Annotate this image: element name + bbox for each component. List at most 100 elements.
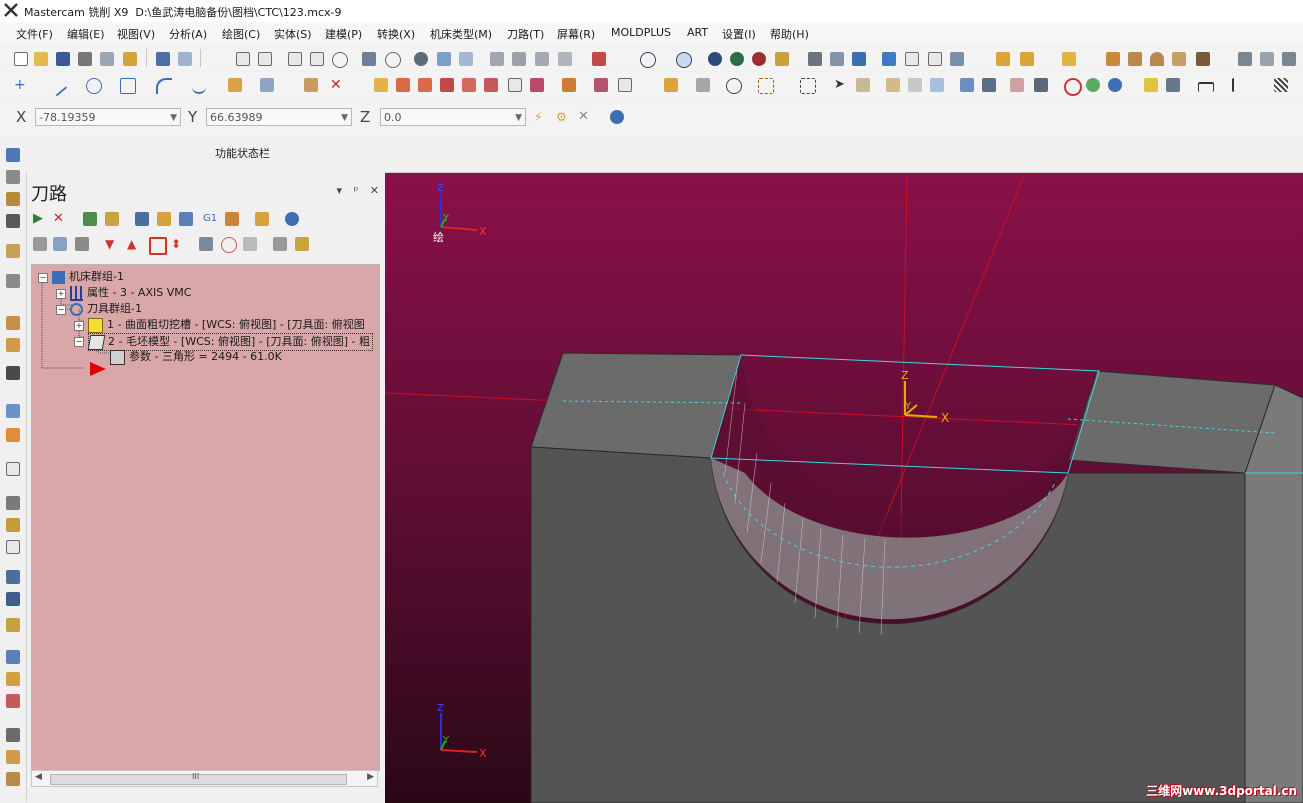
backplot-op-icon[interactable]: [135, 212, 149, 226]
zoom-icon[interactable]: [332, 52, 348, 68]
machine-def-icon[interactable]: [6, 728, 20, 742]
lock-edit-icon[interactable]: [255, 212, 269, 226]
mesh-icon[interactable]: [260, 78, 274, 92]
z-coordinate-field[interactable]: 0.0 ▼: [380, 108, 526, 126]
horizontal-scrollbar[interactable]: ◀ III ▶: [31, 770, 378, 787]
plane-manager-icon[interactable]: [6, 274, 20, 288]
box-icon[interactable]: [960, 78, 974, 92]
slot-icon[interactable]: [6, 428, 20, 442]
solid-edge-icon[interactable]: [930, 78, 944, 92]
print-preview-icon[interactable]: [100, 52, 114, 66]
cloud-icon[interactable]: [1260, 52, 1274, 66]
menu-model[interactable]: 建模(P): [325, 26, 362, 42]
layout-icon[interactable]: [1128, 52, 1142, 66]
expand-toggle-icon[interactable]: +: [74, 321, 84, 331]
multiaxis-icon[interactable]: [6, 540, 20, 554]
settings-icon[interactable]: [882, 52, 896, 66]
show-selected-icon[interactable]: [221, 237, 237, 253]
calculator-icon[interactable]: [905, 52, 919, 66]
dimension-icon[interactable]: [1166, 78, 1180, 92]
xform-scale-icon[interactable]: [440, 78, 454, 92]
xform-mirror-icon[interactable]: [418, 78, 432, 92]
window-icon[interactable]: [618, 78, 632, 92]
refresh-icon[interactable]: [726, 78, 742, 94]
zoom-out-icon[interactable]: [385, 52, 401, 68]
tool-icon[interactable]: [1238, 52, 1252, 66]
snap-clear-icon[interactable]: ✕: [578, 110, 592, 124]
wireframe-icon[interactable]: [708, 52, 722, 66]
menu-settings[interactable]: 设置(I): [722, 26, 756, 42]
undo-icon[interactable]: [156, 52, 170, 66]
pencil-icon[interactable]: [996, 52, 1010, 66]
menu-file[interactable]: 文件(F): [16, 26, 53, 42]
point-icon[interactable]: +: [14, 78, 28, 92]
xform-translate-icon[interactable]: [374, 78, 388, 92]
spline-icon[interactable]: [192, 78, 206, 94]
delete-toolpath-icon[interactable]: [6, 694, 20, 708]
pin-icon[interactable]: ᵖ: [354, 184, 359, 197]
collapse-icon[interactable]: [295, 237, 309, 251]
zoom-window-icon[interactable]: [288, 52, 302, 66]
y-coordinate-field[interactable]: 66.63989 ▼: [206, 108, 352, 126]
light-icon[interactable]: [1144, 78, 1158, 92]
solid-body-icon[interactable]: [908, 78, 922, 92]
move-up-icon[interactable]: ▲: [127, 237, 141, 251]
shaded-select-icon[interactable]: [1010, 78, 1024, 92]
g1-post-icon[interactable]: G1: [203, 212, 217, 226]
machine-icon[interactable]: [6, 214, 20, 228]
select-all-icon[interactable]: [1034, 78, 1048, 92]
help-icon[interactable]: [1108, 78, 1122, 92]
print-icon[interactable]: [78, 52, 92, 66]
translucent-icon[interactable]: [775, 52, 789, 66]
help-circle-icon[interactable]: [610, 110, 624, 124]
menu-analyze[interactable]: 分析(A): [169, 26, 207, 42]
verify-icon[interactable]: [6, 570, 20, 584]
xform-project-icon[interactable]: [484, 78, 498, 92]
plane-icon[interactable]: [437, 52, 451, 66]
sphere-icon[interactable]: [676, 52, 692, 68]
menu-help[interactable]: 帮助(H): [770, 26, 809, 42]
toolpath-import-icon[interactable]: [6, 148, 20, 162]
cursor-icon[interactable]: ➤: [834, 78, 848, 92]
menu-edit[interactable]: 编辑(E): [67, 26, 105, 42]
tree-item-parameters[interactable]: 参数 - 三角形 = 2494 - 61.0K: [110, 349, 282, 365]
panel-help-icon[interactable]: [285, 212, 299, 226]
open-folder-icon[interactable]: [34, 52, 48, 66]
selection-window-icon[interactable]: [800, 78, 816, 94]
x-coordinate-field[interactable]: -78.19359 ▼: [35, 108, 181, 126]
collapse-toggle-icon[interactable]: −: [56, 305, 66, 315]
front-view-icon[interactable]: [535, 52, 549, 66]
stock-model-icon[interactable]: [6, 672, 20, 686]
facing-icon[interactable]: [6, 404, 20, 418]
deselect-icon[interactable]: ✕: [53, 212, 67, 226]
menu-art[interactable]: ART: [687, 26, 708, 39]
grid-icon[interactable]: [950, 52, 964, 66]
zoom-target-icon[interactable]: [310, 52, 324, 66]
collapse-toggle-icon[interactable]: −: [38, 273, 48, 283]
shading-icon[interactable]: [592, 52, 606, 66]
view-icon[interactable]: [459, 52, 473, 66]
menu-moldplus[interactable]: MOLDPLUS: [611, 26, 671, 39]
fillet-icon[interactable]: [156, 78, 172, 94]
stock-icon[interactable]: [6, 244, 20, 258]
autocursor-icon[interactable]: ⚡: [534, 110, 548, 124]
fit-screen-icon[interactable]: [236, 52, 250, 66]
xform-array-icon[interactable]: [508, 78, 522, 92]
new-file-icon[interactable]: [14, 52, 28, 66]
menu-solid[interactable]: 实体(S): [274, 26, 312, 42]
hatch-icon[interactable]: [1274, 78, 1288, 92]
axes-icon[interactable]: [562, 78, 576, 92]
toggle-posting-icon[interactable]: [53, 237, 67, 251]
dropdown-arrow-icon[interactable]: ▼: [170, 109, 177, 127]
regenerate-selected-icon[interactable]: [83, 212, 97, 226]
table-icon[interactable]: [1106, 52, 1120, 66]
tool-manager-icon[interactable]: [6, 170, 20, 184]
snap-settings-icon[interactable]: ⚙: [556, 110, 570, 124]
tag-icon[interactable]: [1172, 52, 1186, 66]
analyze-icon[interactable]: [808, 52, 822, 66]
back-arrow-icon[interactable]: [982, 78, 996, 92]
measure-icon[interactable]: [830, 52, 844, 66]
unzoom-icon[interactable]: [362, 52, 376, 66]
xform-stretch-icon[interactable]: [530, 78, 544, 92]
panel-menu-icon[interactable]: ▾: [337, 184, 343, 197]
